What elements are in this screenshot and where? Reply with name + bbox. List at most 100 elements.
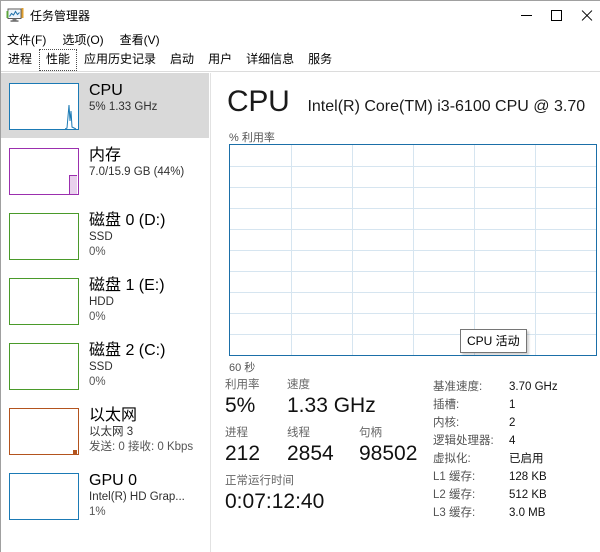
- sidebar-thumbnail-memory: [9, 148, 79, 195]
- detail-key: 虚拟化:: [433, 450, 509, 468]
- stat-cell: 线程2854: [287, 426, 359, 467]
- tab-performance[interactable]: 性能: [39, 49, 77, 71]
- tab-app-history[interactable]: 应用历史记录: [77, 49, 163, 71]
- window-title: 任务管理器: [30, 7, 90, 24]
- detail-value: 1: [509, 396, 515, 414]
- sidebar-item-gpu-0[interactable]: GPU 0Intel(R) HD Grap...1%: [1, 463, 209, 528]
- maximize-button[interactable]: [541, 1, 571, 29]
- cpu-utilization-graph[interactable]: [229, 144, 597, 356]
- stat-label: 利用率: [225, 378, 287, 393]
- task-manager-window: 任务管理器 文件(F) 选项(O) 查看(V) 进程 性能 应用历史记录 启动 …: [0, 0, 600, 552]
- sidebar-item-sub2: 0%: [89, 375, 203, 390]
- tab-strip: 进程 性能 应用历史记录 启动 用户 详细信息 服务: [1, 49, 600, 72]
- detail-row: L1 缓存:128 KB: [433, 468, 600, 486]
- graph-gridline-vertical: [474, 145, 475, 355]
- detail-value: 3.0 MB: [509, 504, 545, 522]
- menu-bar: 文件(F) 选项(O) 查看(V): [1, 29, 600, 49]
- graph-gridline-vertical: [413, 145, 414, 355]
- close-icon: [581, 10, 592, 21]
- detail-key: 逻辑处理器:: [433, 432, 509, 450]
- sidebar-item-sub1: 5% 1.33 GHz: [89, 100, 203, 115]
- sidebar-item-label: CPU: [89, 81, 203, 100]
- detail-key: 内核:: [433, 414, 509, 432]
- graph-gridline-vertical: [535, 145, 536, 355]
- sidebar-item-label: 磁盘 0 (D:): [89, 211, 203, 230]
- page-title: CPU: [227, 85, 289, 119]
- sidebar-thumbnail-gpu-0: [9, 473, 79, 520]
- detail-row: L2 缓存:512 KB: [433, 486, 600, 504]
- detail-value: 已启用: [509, 450, 544, 468]
- sidebar-item-ethernet[interactable]: 以太网以太网 3发送: 0 接收: 0 Kbps: [1, 398, 209, 463]
- sidebar-item-text: 磁盘 2 (C:)SSD0%: [89, 341, 203, 390]
- tab-services[interactable]: 服务: [301, 49, 339, 71]
- detail-value: 128 KB: [509, 468, 547, 486]
- menu-item-view[interactable]: 查看(V): [112, 30, 168, 49]
- title-bar[interactable]: 任务管理器: [1, 1, 600, 29]
- tab-details[interactable]: 详细信息: [239, 49, 301, 71]
- tab-startup[interactable]: 启动: [163, 49, 201, 71]
- sidebar-item-memory[interactable]: 内存7.0/15.9 GB (44%): [1, 138, 209, 203]
- sidebar-item-disk-0[interactable]: 磁盘 0 (D:)SSD0%: [1, 203, 209, 268]
- sidebar-thumbnail-cpu: [9, 83, 79, 130]
- stat-row: 正常运行时间0:07:12:40: [225, 474, 440, 515]
- stats-primary: 利用率5%速度1.33 GHz 进程212线程2854句柄98502 正常运行时间0…: [225, 378, 440, 522]
- stat-value: 212: [225, 441, 287, 467]
- minimize-button[interactable]: [511, 1, 541, 29]
- tab-processes[interactable]: 进程: [1, 49, 39, 71]
- detail-value: 512 KB: [509, 486, 547, 504]
- sidebar-sparkline-cpu: [65, 99, 77, 129]
- stat-label: 线程: [287, 426, 359, 441]
- stat-row: 利用率5%速度1.33 GHz: [225, 378, 440, 419]
- sidebar-item-disk-2[interactable]: 磁盘 2 (C:)SSD0%: [1, 333, 209, 398]
- stat-value: 5%: [225, 393, 287, 419]
- sidebar-thumbnail-disk-0: [9, 213, 79, 260]
- stat-label: 进程: [225, 426, 287, 441]
- detail-key: 插槽:: [433, 396, 509, 414]
- detail-row: 虚拟化:已启用: [433, 450, 600, 468]
- detail-row: 内核:2: [433, 414, 600, 432]
- stat-cell: 进程212: [225, 426, 287, 467]
- detail-key: 基准速度:: [433, 378, 509, 396]
- sidebar-item-text: CPU5% 1.33 GHz: [89, 81, 203, 115]
- stat-label: 正常运行时间: [225, 474, 425, 489]
- sidebar-item-sub2: 发送: 0 接收: 0 Kbps: [89, 440, 203, 455]
- stats-details: 基准速度:3.70 GHz插槽:1内核:2逻辑处理器:4虚拟化:已启用L1 缓存…: [433, 378, 600, 522]
- sidebar-sparkline-memory: [69, 175, 77, 194]
- sidebar-item-sub1: SSD: [89, 360, 203, 375]
- sidebar-item-label: 磁盘 2 (C:): [89, 341, 203, 360]
- sidebar-item-sub1: SSD: [89, 230, 203, 245]
- graph-x-axis-label: 60 秒: [229, 359, 255, 375]
- menu-item-file[interactable]: 文件(F): [1, 30, 54, 49]
- menu-item-options[interactable]: 选项(O): [54, 30, 111, 49]
- sidebar-item-text: GPU 0Intel(R) HD Grap...1%: [89, 471, 203, 520]
- sidebar-item-sub2: 0%: [89, 310, 203, 325]
- resource-sidebar[interactable]: CPU5% 1.33 GHz 内存7.0/15.9 GB (44%) 磁盘 0 (D…: [1, 73, 209, 552]
- close-button[interactable]: [571, 1, 600, 29]
- detail-row: 基准速度:3.70 GHz: [433, 378, 600, 396]
- graph-gridline-vertical: [352, 145, 353, 355]
- sidebar-item-cpu[interactable]: CPU5% 1.33 GHz: [1, 73, 209, 138]
- detail-row: L3 缓存:3.0 MB: [433, 504, 600, 522]
- detail-row: 插槽:1: [433, 396, 600, 414]
- sidebar-item-text: 内存7.0/15.9 GB (44%): [89, 146, 203, 180]
- stat-cell: 利用率5%: [225, 378, 287, 419]
- stat-row: 进程212线程2854句柄98502: [225, 426, 440, 467]
- graph-gridline-vertical: [291, 145, 292, 355]
- window-controls: [511, 1, 600, 29]
- stat-label: 速度: [287, 378, 427, 393]
- stat-value: 2854: [287, 441, 359, 467]
- detail-value: 3.70 GHz: [509, 378, 558, 396]
- stat-cell: 速度1.33 GHz: [287, 378, 427, 419]
- sidebar-item-label: GPU 0: [89, 471, 203, 490]
- detail-row: 逻辑处理器:4: [433, 432, 600, 450]
- sidebar-item-sub2: 1%: [89, 505, 203, 520]
- sidebar-item-sub1: HDD: [89, 295, 203, 310]
- tab-users[interactable]: 用户: [201, 49, 239, 71]
- sidebar-thumbnail-disk-2: [9, 343, 79, 390]
- sidebar-item-disk-1[interactable]: 磁盘 1 (E:)HDD0%: [1, 268, 209, 333]
- stat-value: 0:07:12:40: [225, 489, 425, 515]
- sidebar-item-text: 以太网以太网 3发送: 0 接收: 0 Kbps: [89, 406, 203, 455]
- panel-header: CPU Intel(R) Core(TM) i3-6100 CPU @ 3.70: [227, 85, 585, 119]
- sidebar-item-sub2: 0%: [89, 245, 203, 260]
- detail-key: L3 缓存:: [433, 504, 509, 522]
